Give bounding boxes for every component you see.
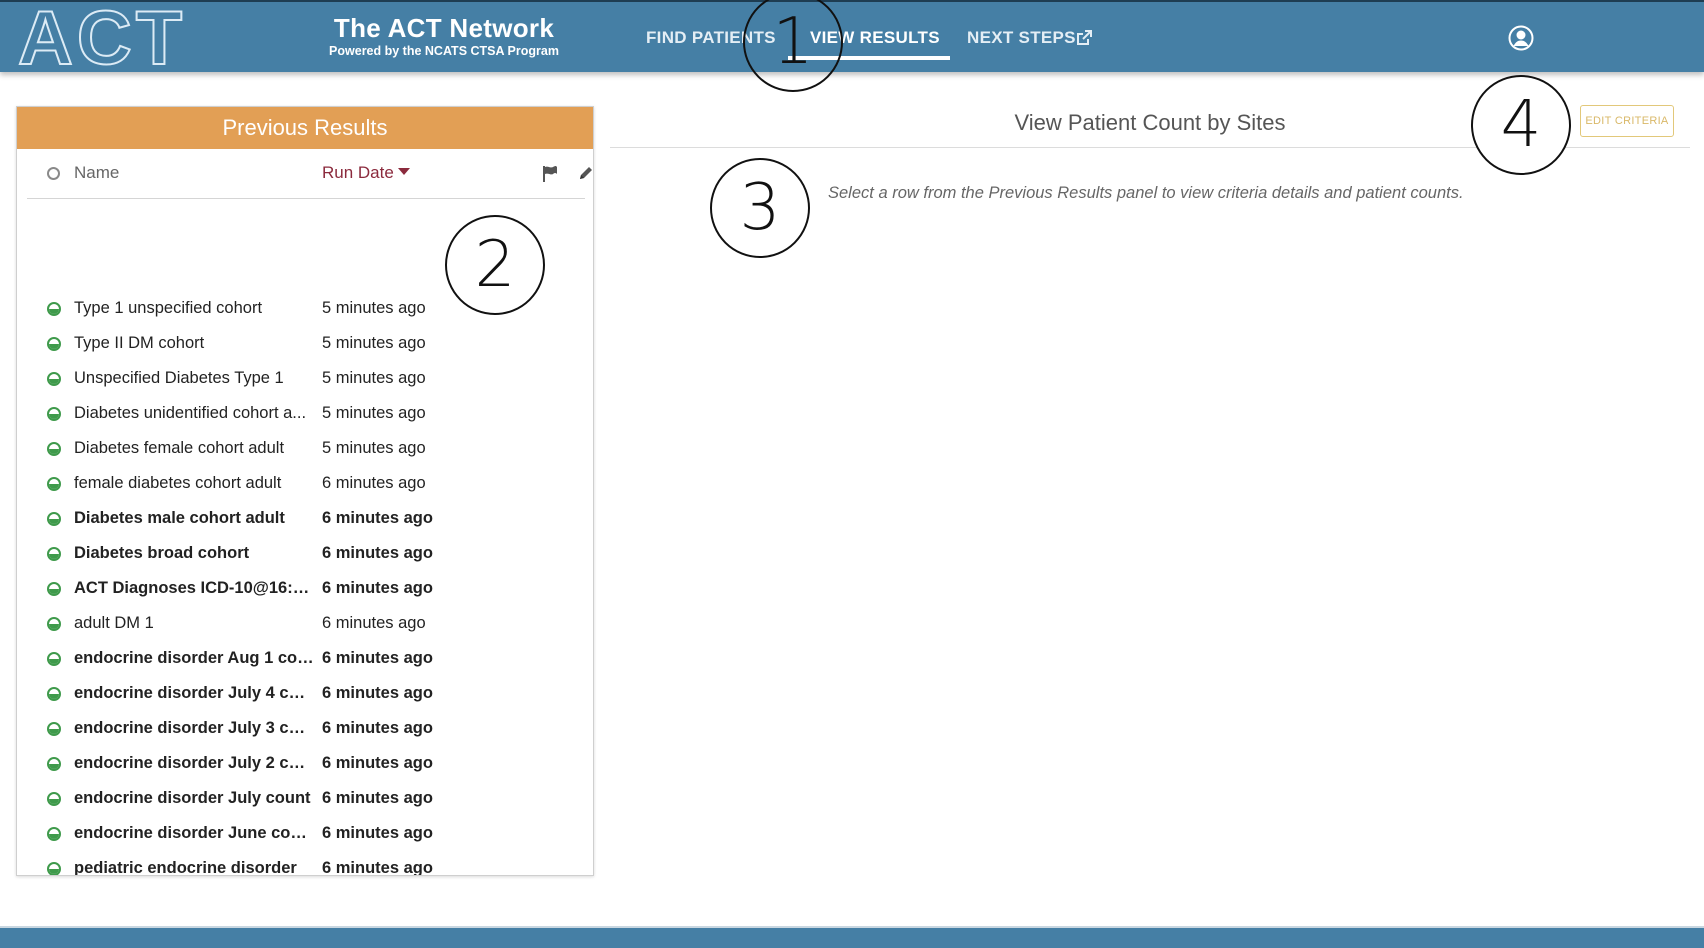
result-name: Diabetes unidentified cohort a... [74,404,307,422]
result-run-date: 6 minutes ago [322,544,433,562]
result-run-date: 6 minutes ago [322,684,433,702]
result-row[interactable]: ACT Diagnoses ICD-10@16:5... 6 minutes ag… [27,572,585,607]
result-name: Diabetes broad cohort [74,544,250,562]
view-title: View Patient Count by Sites [1014,110,1286,135]
result-name: Unspecified Diabetes Type 1 [74,369,284,387]
status-indicator-icon [47,512,61,526]
user-icon[interactable] [1508,25,1534,51]
result-run-date: 5 minutes ago [322,404,426,422]
result-run-date: 6 minutes ago [322,649,433,667]
status-indicator-icon [47,792,61,806]
edit-criteria-button[interactable]: EDIT CRITERIA [1580,105,1674,137]
brand-subtitle: Powered by the NCATS CTSA Program [329,44,559,58]
empty-state-hint: Select a row from the Previous Results p… [828,184,1464,202]
result-row[interactable]: Diabetes broad cohort 6 minutes ago [27,537,585,572]
result-row[interactable]: endocrine disorder Aug 1 count 6 minutes … [27,642,585,677]
result-run-date: 5 minutes ago [322,334,426,352]
result-name: endocrine disorder July 2 count [74,754,314,772]
status-indicator-icon [47,722,61,736]
result-run-date: 6 minutes ago [322,579,433,597]
result-name: ACT Diagnoses ICD-10@16:5... [74,579,314,597]
result-name: endocrine disorder Aug 1 count [74,649,314,667]
name-column-header[interactable]: Name [74,163,119,183]
previous-results-title: Previous Results [17,107,593,149]
result-row[interactable]: endocrine disorder July count 6 minutes a… [27,782,585,817]
status-indicator-icon [47,547,61,561]
result-name: adult DM 1 [74,614,154,632]
result-name: endocrine disorder June count [74,824,314,842]
logo-text: ACT [18,4,186,70]
callout-2: 2 [445,215,545,315]
result-run-date: 6 minutes ago [322,859,433,876]
pencil-icon[interactable] [578,165,594,181]
result-name: female diabetes cohort adult [74,474,282,492]
nav-next-steps[interactable]: NEXT STEPS [967,28,1076,48]
result-name: Diabetes male cohort adult [74,509,285,527]
callout-1: 1 [743,0,843,92]
result-row[interactable]: Diabetes male cohort adult 6 minutes ago [27,502,585,537]
result-row[interactable]: endocrine disorder July 2 count 6 minutes… [27,747,585,782]
result-name: endocrine disorder July 4 count [74,684,314,702]
status-indicator-icon [47,407,61,421]
external-link-icon [1077,30,1092,45]
result-row[interactable]: Diabetes unidentified cohort a... 5 minut… [27,397,585,432]
result-name: Diabetes female cohort adult [74,439,285,457]
result-row[interactable]: Unspecified Diabetes Type 1 5 minutes ago [27,362,585,397]
result-row[interactable]: adult DM 1 6 minutes ago [27,607,585,642]
result-row[interactable]: pediatric endocrine disorder 6 minutes ag… [27,852,585,876]
status-indicator-icon [47,687,61,701]
status-indicator-icon [47,477,61,491]
select-all-radio[interactable] [47,167,60,180]
status-indicator-icon [47,757,61,771]
status-indicator-icon [47,337,61,351]
result-run-date: 5 minutes ago [322,369,426,387]
status-indicator-icon [47,302,61,316]
result-row[interactable]: endocrine disorder June count 6 minutes a… [27,817,585,852]
result-run-date: 6 minutes ago [322,824,433,842]
results-table-header: Name Run Date [27,149,592,199]
status-indicator-icon [47,442,61,456]
run-date-column-header[interactable]: Run Date [322,163,410,183]
status-indicator-icon [47,372,61,386]
result-run-date: 6 minutes ago [322,719,433,737]
result-run-date: 6 minutes ago [322,509,433,527]
result-name: endocrine disorder July 3 count [74,719,314,737]
status-indicator-icon [47,652,61,666]
result-row[interactable]: female diabetes cohort adult 6 minutes ag… [27,467,585,502]
brand-title: The ACT Network [333,13,555,43]
result-row[interactable]: Diabetes female cohort adult 5 minutes ag… [27,432,585,467]
result-run-date: 6 minutes ago [322,789,433,807]
result-row[interactable]: endocrine disorder July 4 count 6 minutes… [27,677,585,712]
status-indicator-icon [47,827,61,841]
flag-icon[interactable] [541,165,559,183]
result-name: Type 1 unspecified cohort [74,299,263,317]
result-row[interactable]: Type II DM cohort 5 minutes ago [27,327,585,362]
result-name: endocrine disorder July count [74,789,311,807]
result-name: Type II DM cohort [74,334,205,352]
result-row[interactable]: endocrine disorder July 3 count 6 minutes… [27,712,585,747]
run-date-label: Run Date [322,163,394,182]
footer-bar [0,926,1704,948]
callout-4: 4 [1471,75,1571,175]
status-indicator-icon [47,617,61,631]
result-name: pediatric endocrine disorder [74,859,297,876]
result-run-date: 6 minutes ago [322,474,426,492]
result-run-date: 6 minutes ago [322,754,433,772]
callout-3: 3 [710,158,810,258]
act-logo[interactable]: ACT [16,4,212,70]
status-indicator-icon [47,862,61,875]
result-run-date: 5 minutes ago [322,299,426,317]
top-navigation-bar: ACT The ACT Network Powered by the NCATS… [0,0,1704,72]
result-run-date: 5 minutes ago [322,439,426,457]
status-indicator-icon [47,582,61,596]
sort-caret-icon [397,168,410,175]
result-run-date: 6 minutes ago [322,614,426,632]
